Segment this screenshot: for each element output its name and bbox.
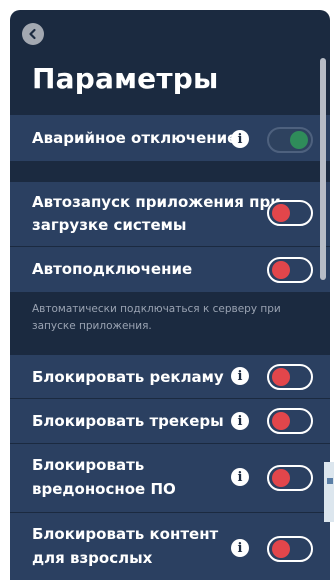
setting-row-block-trackers: Блокировать трекеры i bbox=[10, 399, 330, 443]
setting-label-line1: Блокировать контент bbox=[32, 525, 219, 543]
autoconnect-toggle[interactable] bbox=[267, 257, 313, 283]
setting-label-line1: Автозапуск приложения при bbox=[32, 193, 281, 211]
setting-row-block-adult: Блокировать контент для взрослых i bbox=[10, 513, 330, 580]
kill-switch-toggle[interactable] bbox=[267, 127, 313, 153]
setting-row-block-malware: Блокировать вредоносное ПО i bbox=[10, 444, 330, 512]
page-title: Параметры bbox=[32, 62, 219, 95]
info-icon[interactable]: i bbox=[231, 130, 249, 148]
back-button[interactable] bbox=[22, 23, 44, 45]
setting-label-line2: загрузке системы bbox=[32, 216, 187, 234]
setting-label-line2: вредоносное ПО bbox=[32, 480, 176, 498]
background-window-edge bbox=[324, 462, 334, 522]
block-malware-toggle[interactable] bbox=[267, 465, 313, 491]
autostart-toggle[interactable] bbox=[267, 200, 313, 226]
setting-row-autostart: Автозапуск приложения при загрузке систе… bbox=[10, 182, 330, 246]
toggle-knob bbox=[272, 412, 290, 430]
setting-label-line2: для взрослых bbox=[32, 549, 153, 567]
block-ads-toggle[interactable] bbox=[267, 364, 313, 390]
info-icon[interactable]: i bbox=[231, 367, 249, 385]
setting-row-block-ads: Блокировать рекламу i bbox=[10, 355, 330, 398]
description-line2: запуске приложения. bbox=[32, 320, 152, 332]
info-icon[interactable]: i bbox=[231, 539, 249, 557]
autoconnect-description: Автоматически подключаться к серверу при… bbox=[32, 301, 314, 335]
toggle-knob bbox=[272, 204, 290, 222]
setting-label-line1: Блокировать bbox=[32, 456, 145, 474]
toggle-knob bbox=[272, 261, 290, 279]
setting-row-kill-switch: Аварийное отключение i bbox=[10, 115, 330, 161]
setting-label: Блокировать рекламу bbox=[32, 368, 224, 386]
setting-label: Автоподключение bbox=[32, 260, 193, 278]
block-trackers-toggle[interactable] bbox=[267, 408, 313, 434]
background-window-detail bbox=[327, 478, 333, 484]
toggle-knob bbox=[272, 469, 290, 487]
scrollbar-thumb[interactable] bbox=[320, 58, 326, 280]
setting-row-autoconnect: Автоподключение bbox=[10, 247, 330, 292]
chevron-left-icon bbox=[29, 28, 36, 40]
block-adult-toggle[interactable] bbox=[267, 536, 313, 562]
toggle-knob bbox=[272, 540, 290, 558]
autoconnect-description-area: Автоматически подключаться к серверу при… bbox=[10, 293, 330, 353]
toggle-knob bbox=[272, 368, 290, 386]
info-icon[interactable]: i bbox=[231, 412, 249, 430]
description-line1: Автоматически подключаться к серверу при bbox=[32, 303, 281, 315]
setting-label: Аварийное отключение bbox=[32, 129, 238, 147]
setting-label: Блокировать трекеры bbox=[32, 412, 224, 430]
settings-panel: Параметры Аварийное отключение i Автозап… bbox=[10, 10, 330, 580]
toggle-knob bbox=[290, 131, 308, 149]
info-icon[interactable]: i bbox=[231, 468, 249, 486]
